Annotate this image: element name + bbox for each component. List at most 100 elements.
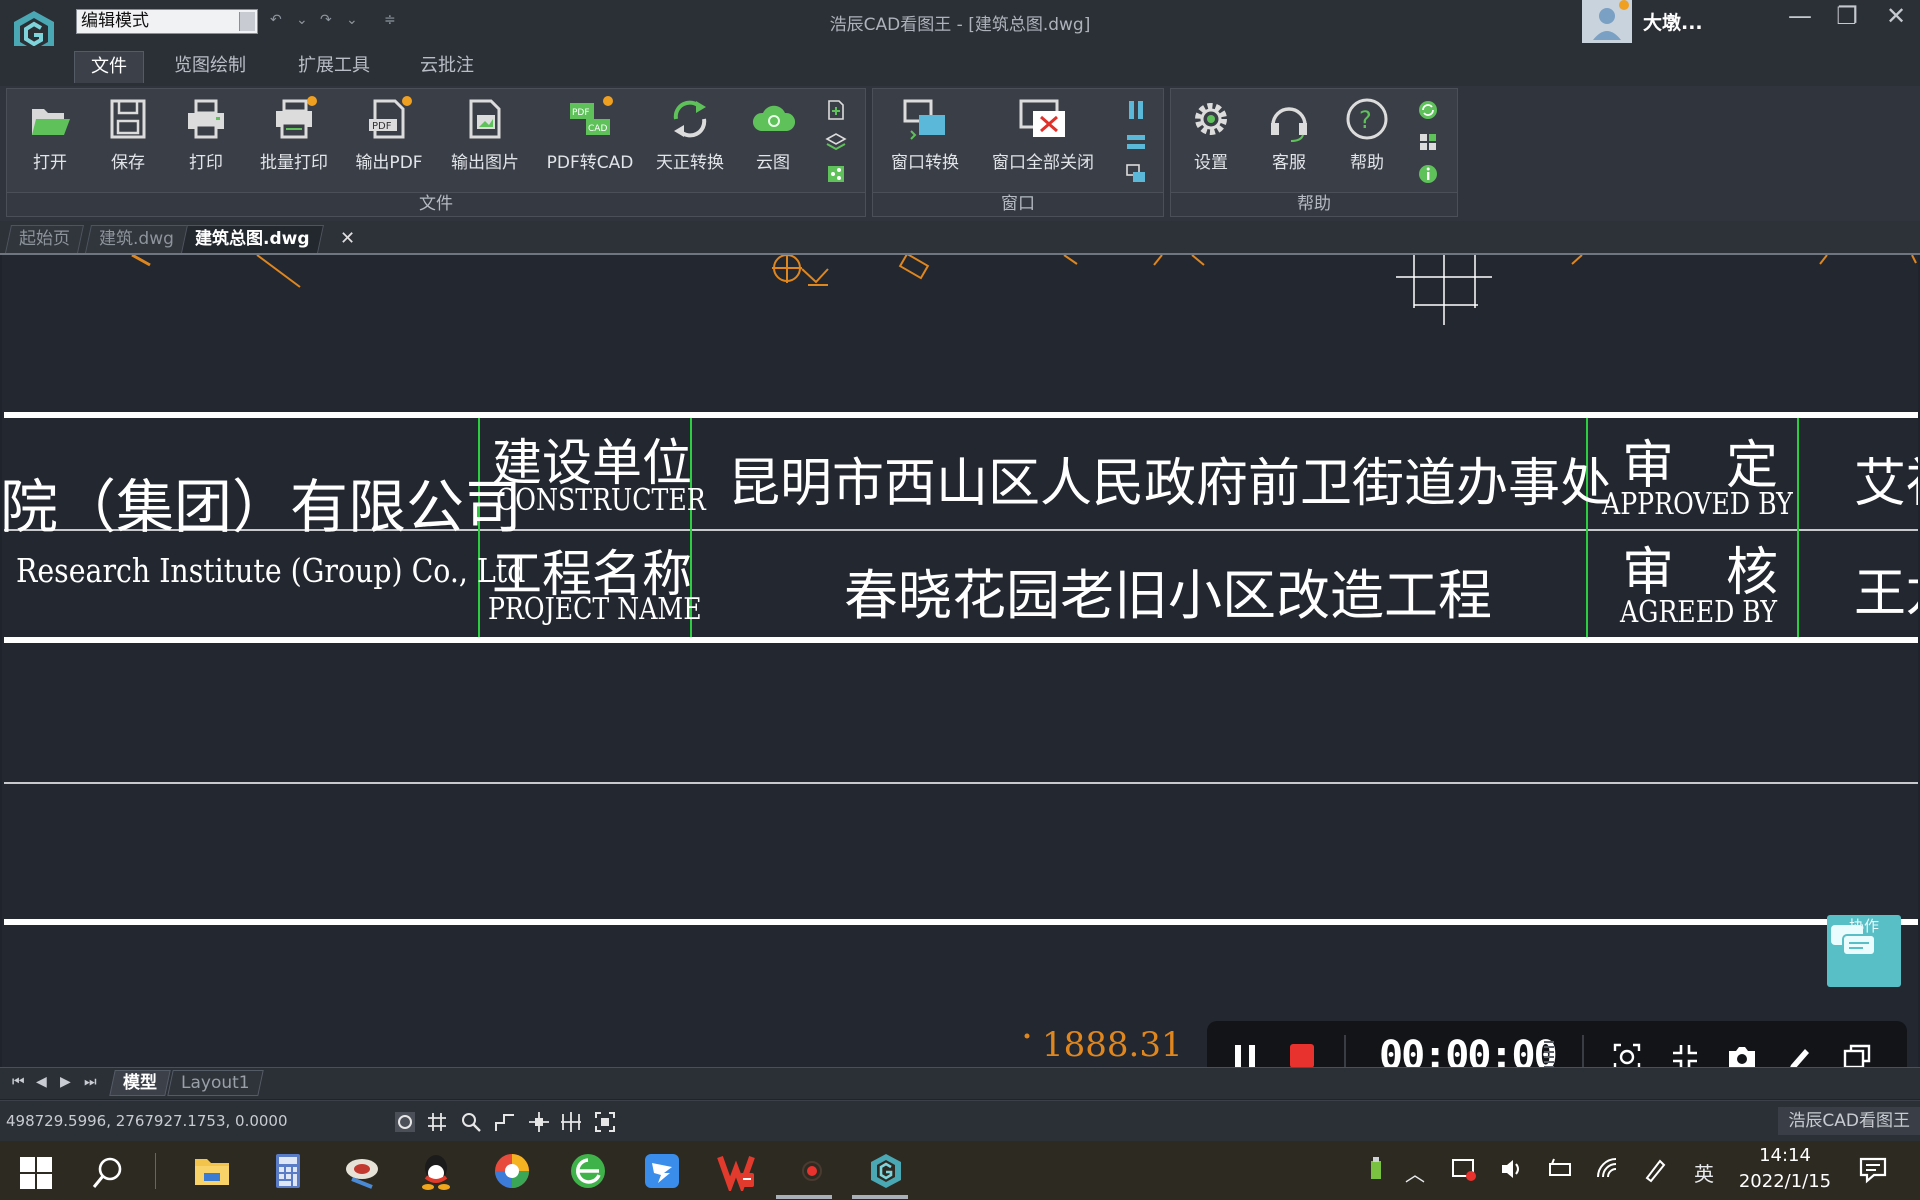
pdf-to-cad-label: PDF转CAD bbox=[546, 153, 634, 173]
layers-icon[interactable] bbox=[825, 131, 847, 153]
tab-file[interactable]: 文件 bbox=[74, 51, 144, 83]
pdf-to-cad-icon: PDF CAD bbox=[570, 96, 613, 135]
user-icon bbox=[1593, 0, 1629, 40]
tab-view-draw[interactable]: 览图绘制 bbox=[158, 51, 262, 83]
polar-tracking-icon[interactable] bbox=[560, 1111, 582, 1133]
battery-icon[interactable] bbox=[1546, 1155, 1574, 1183]
share-icon[interactable] bbox=[825, 163, 847, 185]
notification-center-icon[interactable] bbox=[1858, 1155, 1888, 1185]
pen-input-icon[interactable] bbox=[1642, 1155, 1670, 1183]
prev-layout-icon[interactable]: ◀ bbox=[36, 1074, 47, 1090]
window-switch-button[interactable]: 窗口转换 bbox=[877, 95, 973, 179]
ribbon-group-file: 打开 保存 打印 批量打印 PDF 输出PDF 输出图片 PDF CAD PDF… bbox=[6, 88, 866, 217]
browser-icon[interactable] bbox=[568, 1151, 608, 1191]
tab-layout1-label: Layout1 bbox=[181, 1073, 250, 1093]
close-all-windows-button[interactable]: 窗口全部关闭 bbox=[981, 95, 1105, 179]
gstarcad-viewer-icon[interactable] bbox=[866, 1151, 906, 1191]
window-group-label: 窗口 bbox=[873, 192, 1163, 216]
save-button[interactable]: 保存 bbox=[93, 95, 163, 179]
first-layout-icon[interactable]: ⏮ bbox=[12, 1074, 25, 1090]
tab-site-plan-dwg[interactable]: 建筑总图.dwg bbox=[181, 225, 324, 253]
tile-horizontal-icon[interactable] bbox=[1125, 131, 1147, 153]
windows-start-icon[interactable] bbox=[16, 1153, 56, 1193]
chat-bubbles-icon bbox=[1831, 925, 1876, 956]
volume-icon[interactable] bbox=[1498, 1155, 1526, 1183]
help-label: 帮助 bbox=[1350, 153, 1384, 173]
cascade-icon[interactable] bbox=[1125, 163, 1147, 185]
settings-button[interactable]: 设置 bbox=[1177, 95, 1245, 179]
tangent-convert-button[interactable]: 天正转换 bbox=[647, 95, 733, 179]
collaborate-button[interactable]: 协作 bbox=[1827, 915, 1901, 987]
print-button[interactable]: 打印 bbox=[171, 95, 241, 179]
tab-building-dwg-label: 建筑.dwg bbox=[99, 229, 174, 249]
update-icon[interactable] bbox=[1417, 99, 1439, 121]
status-bar: 498729.5996, 2767927.1753, 0.0000 浩辰CAD看… bbox=[0, 1100, 1920, 1141]
document-tabs: 起始页 建筑.dwg 建筑总图.dwg bbox=[0, 221, 1920, 255]
apps-grid-icon[interactable] bbox=[1417, 131, 1439, 153]
elevation-label: 1888.31 bbox=[1042, 1025, 1183, 1065]
help-button[interactable]: ? 帮助 bbox=[1333, 95, 1401, 179]
search-icon[interactable] bbox=[88, 1153, 128, 1193]
new-file-icon[interactable] bbox=[825, 99, 847, 121]
qq-icon[interactable] bbox=[416, 1151, 456, 1191]
open-button[interactable]: 打开 bbox=[15, 95, 85, 179]
gear-icon bbox=[1195, 103, 1227, 135]
batch-print-button[interactable]: 批量打印 bbox=[249, 95, 339, 179]
grid-icon[interactable] bbox=[426, 1111, 448, 1133]
fullscreen-icon[interactable] bbox=[594, 1111, 616, 1133]
close-all-windows-label: 窗口全部关闭 bbox=[992, 153, 1094, 173]
cloud-drawing-button[interactable]: 云图 bbox=[741, 95, 805, 179]
clock-time[interactable]: 14:14 bbox=[1740, 1145, 1830, 1166]
title-bar: 编辑模式 ↶ ⌄ ↷ ⌄ ≑ 浩辰CAD看图王 - [建筑总图.dwg] 大墩.… bbox=[0, 0, 1920, 57]
ime-indicator[interactable]: 英 bbox=[1694, 1158, 1714, 1187]
batch-print-label: 批量打印 bbox=[260, 153, 328, 173]
layout-tabs-bar: ⏮ ◀ ▶ ⏭ 模型 Layout1 bbox=[0, 1067, 1920, 1099]
clock-date[interactable]: 2022/1/15 bbox=[1730, 1171, 1840, 1192]
screen-record-tray-icon[interactable] bbox=[1450, 1155, 1478, 1183]
active-app-indicator-2 bbox=[852, 1195, 908, 1199]
next-layout-icon[interactable]: ▶ bbox=[60, 1074, 71, 1090]
usb-device-icon[interactable] bbox=[1366, 1155, 1386, 1183]
tile-vertical-icon[interactable] bbox=[1125, 99, 1147, 121]
file-explorer-icon[interactable] bbox=[192, 1151, 232, 1191]
customer-service-button[interactable]: 客服 bbox=[1255, 95, 1323, 179]
tab-cloud-annotation[interactable]: 云批注 bbox=[404, 51, 490, 83]
tab-building-dwg[interactable]: 建筑.dwg bbox=[85, 225, 188, 253]
object-snap-icon[interactable] bbox=[528, 1111, 550, 1133]
export-image-button[interactable]: 输出图片 bbox=[443, 95, 527, 179]
screen-recorder-icon[interactable] bbox=[792, 1151, 832, 1191]
pdf-to-cad-button[interactable]: PDF CAD PDF转CAD bbox=[541, 95, 639, 179]
headset-icon bbox=[1271, 107, 1307, 142]
user-name[interactable]: 大墩... bbox=[1643, 8, 1703, 35]
print-label: 打印 bbox=[189, 153, 223, 173]
close-windows-icon bbox=[1019, 99, 1065, 137]
tab-extension-tools[interactable]: 扩展工具 bbox=[282, 51, 386, 83]
dingtalk-icon[interactable] bbox=[642, 1151, 682, 1191]
calculator-icon[interactable] bbox=[268, 1151, 308, 1191]
wps-icon[interactable] bbox=[716, 1151, 756, 1191]
wifi-icon[interactable] bbox=[1594, 1155, 1622, 1183]
help-icon: ? bbox=[1346, 98, 1388, 140]
help-group-label: 帮助 bbox=[1171, 192, 1457, 216]
tab-close-icon[interactable]: ✕ bbox=[340, 228, 355, 249]
stop-record-icon[interactable] bbox=[1289, 1043, 1315, 1069]
restore-icon[interactable]: ❐ bbox=[1827, 2, 1867, 30]
zoom-icon[interactable] bbox=[460, 1111, 482, 1133]
info-icon[interactable] bbox=[1417, 163, 1439, 185]
mahjong-game-icon[interactable] bbox=[342, 1151, 382, 1191]
ortho-icon[interactable] bbox=[494, 1111, 516, 1133]
status-app-name: 浩辰CAD看图王 bbox=[1778, 1107, 1920, 1135]
snap-icon[interactable] bbox=[394, 1111, 416, 1133]
show-hidden-icons-icon[interactable]: ︿ bbox=[1405, 1158, 1425, 1187]
tab-start-page[interactable]: 起始页 bbox=[5, 225, 84, 253]
tab-layout1[interactable]: Layout1 bbox=[167, 1070, 264, 1096]
user-avatar[interactable] bbox=[1582, 0, 1632, 43]
approved-label-en: APPROVED BY bbox=[1602, 487, 1793, 522]
minimize-icon[interactable]: — bbox=[1780, 2, 1820, 30]
drawing-canvas[interactable]: 院（集团）有限公司 Research Institute (Group) Co.… bbox=[2, 255, 1918, 1067]
export-pdf-button[interactable]: PDF 输出PDF bbox=[347, 95, 431, 179]
photo-viewer-icon[interactable] bbox=[492, 1151, 532, 1191]
tab-model[interactable]: 模型 bbox=[109, 1070, 171, 1096]
last-layout-icon[interactable]: ⏭ bbox=[84, 1074, 97, 1090]
close-icon[interactable]: ✕ bbox=[1876, 2, 1916, 30]
